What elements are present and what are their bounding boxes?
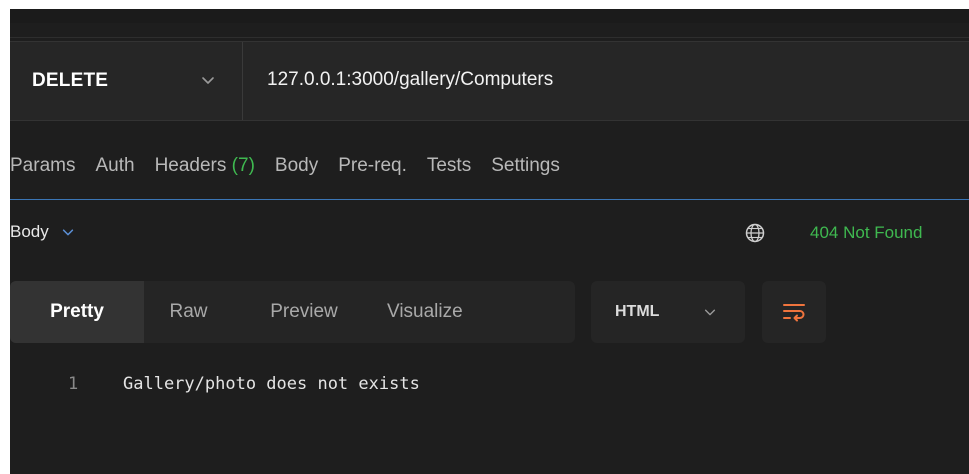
globe-icon[interactable]: [744, 222, 766, 244]
chevron-down-icon: [62, 229, 73, 236]
tab-headers[interactable]: Headers (7): [155, 155, 255, 177]
left-edge: [0, 9, 10, 474]
language-select[interactable]: HTML: [591, 281, 745, 343]
request-tabs: Params Auth Headers (7) Body Pre-req. Te…: [10, 151, 580, 181]
status-badge: 404 Not Found: [810, 223, 923, 242]
request-response-divider: [10, 199, 969, 200]
tab-headers-label: Headers: [154, 155, 227, 176]
top-divider: [10, 37, 969, 38]
tab-auth[interactable]: Auth: [95, 155, 134, 177]
tab-tests[interactable]: Tests: [427, 155, 471, 177]
language-label: HTML: [615, 303, 660, 320]
chevron-down-icon: [704, 309, 716, 316]
tab-pretty[interactable]: Pretty: [10, 281, 144, 343]
tab-pre-request[interactable]: Pre-req.: [338, 155, 407, 177]
tab-body[interactable]: Body: [275, 155, 318, 177]
toolbar-strip: [10, 9, 969, 23]
tab-settings[interactable]: Settings: [491, 155, 560, 177]
response-body-dropdown[interactable]: Body: [10, 222, 75, 242]
method-select[interactable]: DELETE: [10, 42, 243, 120]
request-panel: DELETE 127.0.0.1:3000/gallery/Computers …: [10, 23, 969, 474]
tab-preview[interactable]: Preview: [233, 281, 375, 343]
tab-visualize[interactable]: Visualize: [375, 281, 575, 343]
chevron-down-icon: [202, 77, 214, 84]
tab-params[interactable]: Params: [10, 155, 75, 177]
response-text[interactable]: Gallery/photo does not exists: [123, 374, 420, 394]
method-label: DELETE: [32, 70, 109, 91]
line-number: 1: [68, 374, 79, 394]
headers-count-badge: (7): [231, 155, 255, 176]
url-bar: DELETE 127.0.0.1:3000/gallery/Computers: [10, 41, 969, 121]
view-mode-tabs: Pretty Raw Preview Visualize: [10, 281, 575, 343]
wrap-lines-button[interactable]: [762, 281, 826, 343]
tab-raw[interactable]: Raw: [144, 281, 233, 343]
wrap-lines-icon: [783, 304, 805, 322]
code-line: 1 Gallery/photo does not exists: [68, 374, 420, 394]
top-edge: [0, 0, 969, 9]
response-body-label: Body: [10, 222, 49, 241]
url-input[interactable]: 127.0.0.1:3000/gallery/Computers: [267, 69, 553, 91]
app-window: DELETE 127.0.0.1:3000/gallery/Computers …: [0, 0, 969, 474]
